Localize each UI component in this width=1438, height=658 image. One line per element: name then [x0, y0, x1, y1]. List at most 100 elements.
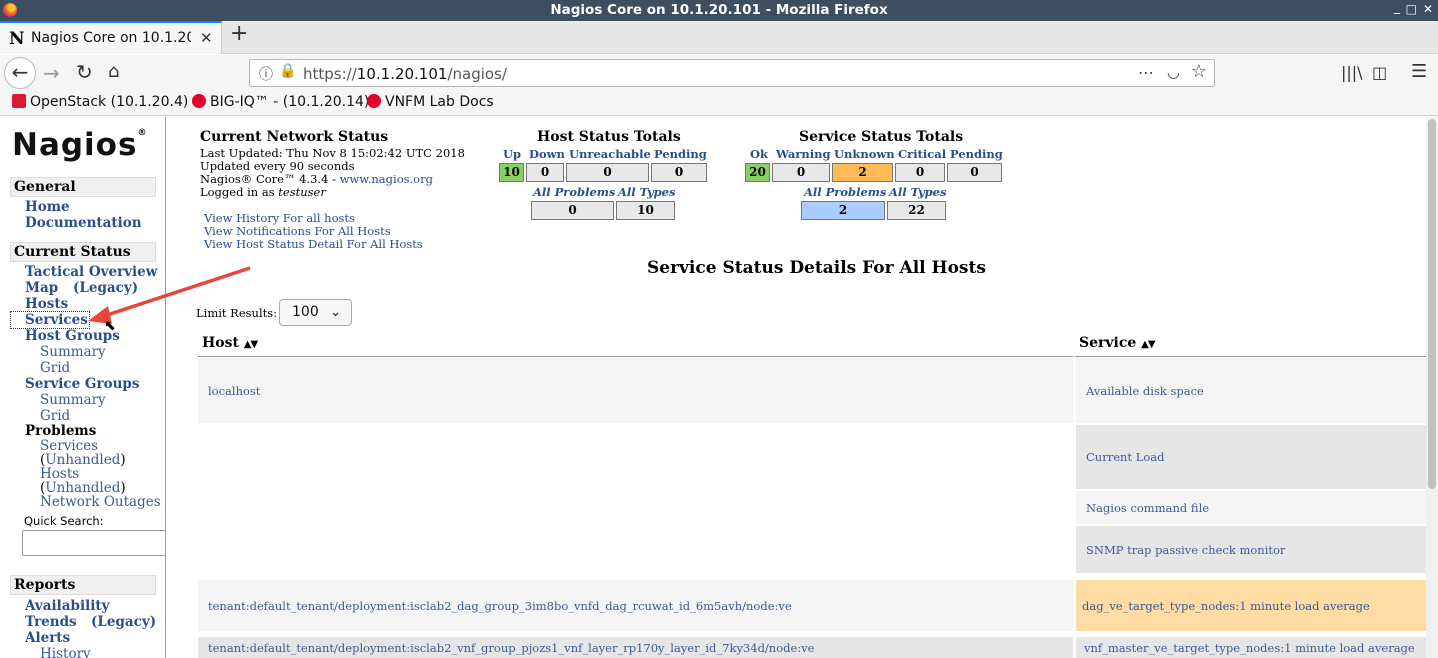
host-pending-count[interactable]: 0 — [651, 163, 707, 182]
service-status-details-title: Service Status Details For All Hosts — [647, 258, 986, 278]
nav-service-groups-grid[interactable]: Grid — [40, 408, 70, 424]
current-network-status-title: Current Network Status — [200, 129, 389, 145]
bookmark-bigiq[interactable]: BIG-IQ™ - (10.1.20.14) — [192, 94, 369, 110]
update-interval-text: Updated every 90 seconds — [200, 159, 355, 173]
nav-availability[interactable]: Availability — [25, 598, 109, 614]
nav-map[interactable]: Map — [25, 280, 58, 296]
close-window-icon[interactable]: ✕ — [1423, 2, 1433, 16]
host-all-types-count[interactable]: 10 — [616, 201, 675, 220]
svc-warning-count[interactable]: 0 — [772, 163, 830, 182]
svc-ok-header[interactable]: Ok — [750, 147, 768, 161]
nav-services[interactable]: Services — [10, 311, 90, 329]
nagios-org-link[interactable]: www.nagios.org — [340, 172, 433, 186]
page-actions-icon[interactable]: ⋯ — [1138, 63, 1154, 82]
new-tab-icon[interactable]: + — [230, 21, 248, 46]
host-status-totals-title: Host Status Totals — [537, 129, 681, 145]
table-row-service[interactable]: vnf_master_ve_target_type_nodes:1 minute… — [1076, 637, 1426, 658]
nav-alerts-history[interactable]: History — [40, 646, 91, 658]
nav-toolbar: ← → ↻ ⌂ ⓘ 🔒 https://10.1.20.101/nagios/ … — [0, 55, 1438, 91]
nav-map-legacy[interactable]: (Legacy) — [73, 280, 138, 296]
host-up-count[interactable]: 10 — [499, 163, 524, 182]
nav-trends[interactable]: Trends — [25, 614, 77, 630]
back-icon[interactable]: ← — [4, 57, 36, 89]
svc-unknown-count[interactable]: 2 — [832, 163, 893, 182]
reload-icon[interactable]: ↻ — [76, 60, 93, 84]
nav-alerts[interactable]: Alerts — [25, 630, 70, 646]
table-row-host[interactable]: tenant:default_tenant/deployment:isclab2… — [198, 637, 1073, 658]
maximize-icon[interactable]: □ — [1406, 2, 1417, 16]
tab-nagios[interactable]: N Nagios Core on 10.1.20.10 ✕ — [0, 21, 222, 54]
home-icon[interactable]: ⌂ — [108, 61, 119, 82]
view-history-link[interactable]: View History For all hosts — [204, 211, 355, 225]
window-titlebar: Nagios Core on 10.1.20.101 - Mozilla Fir… — [0, 0, 1438, 21]
insecure-lock-icon[interactable]: 🔒 — [279, 63, 296, 79]
nav-host-groups-grid[interactable]: Grid — [40, 360, 70, 376]
section-reports: Reports — [10, 575, 156, 595]
nav-host-groups-summary[interactable]: Summary — [40, 344, 106, 360]
main-scrollbar[interactable] — [1426, 117, 1438, 658]
view-host-status-link[interactable]: View Host Status Detail For All Hosts — [204, 237, 423, 251]
url-bar[interactable]: ⓘ 🔒 https://10.1.20.101/nagios/ ⋯ ◡ ☆ — [249, 59, 1215, 87]
host-unreachable-header[interactable]: Unreachable — [569, 147, 651, 161]
nav-network-outages[interactable]: Network Outages — [40, 494, 161, 510]
library-icon[interactable]: |||\ — [1341, 63, 1363, 82]
svc-all-problems-header[interactable]: All Problems — [804, 185, 886, 199]
svc-all-problems-count[interactable]: 2 — [801, 201, 885, 220]
menu-icon[interactable]: ☰ — [1411, 61, 1427, 82]
tab-close-icon[interactable]: ✕ — [200, 29, 213, 47]
bookmark-star-icon[interactable]: ☆ — [1191, 61, 1207, 82]
table-row-service[interactable]: SNMP trap passive check monitor — [1076, 526, 1426, 573]
view-notifications-link[interactable]: View Notifications For All Hosts — [204, 224, 391, 238]
quick-search-input[interactable] — [22, 530, 165, 556]
bookmark-vnfm-docs[interactable]: VNFM Lab Docs — [367, 94, 494, 110]
svc-ok-count[interactable]: 20 — [745, 163, 770, 182]
svc-warning-header[interactable]: Warning — [776, 147, 831, 161]
host-all-problems-count[interactable]: 0 — [531, 201, 614, 220]
limit-results-label: Limit Results: — [196, 306, 278, 320]
table-row-service[interactable]: Current Load — [1076, 425, 1426, 489]
nav-trends-legacy[interactable]: (Legacy) — [91, 614, 156, 630]
svc-critical-count[interactable]: 0 — [895, 163, 945, 182]
tab-strip: N Nagios Core on 10.1.20.10 ✕ + — [0, 21, 1438, 54]
nav-service-groups[interactable]: Service Groups — [25, 376, 139, 392]
host-column-header[interactable]: Host ▲▼ — [198, 329, 1073, 357]
svc-pending-count[interactable]: 0 — [947, 163, 1002, 182]
nav-problems: Problems — [25, 423, 97, 439]
limit-results-select[interactable]: 100 ⌄ — [279, 299, 352, 326]
minimize-icon[interactable]: _ — [1394, 0, 1400, 14]
info-icon[interactable]: ⓘ — [259, 64, 273, 84]
host-all-types-header[interactable]: All Types — [618, 185, 675, 199]
table-row-host[interactable]: localhost — [198, 358, 1073, 423]
version-text: Nagios® Core™ 4.3.4 - www.nagios.org — [200, 172, 433, 186]
nagios-logo[interactable]: Nagios® — [12, 127, 147, 163]
sort-arrows-icon[interactable]: ▲▼ — [1141, 339, 1155, 350]
svc-critical-header[interactable]: Critical — [898, 147, 946, 161]
service-column-header[interactable]: Service ▲▼ — [1075, 329, 1426, 357]
sort-arrows-icon[interactable]: ▲▼ — [244, 339, 258, 350]
forward-icon[interactable]: → — [43, 61, 60, 85]
table-row-host[interactable]: tenant:default_tenant/deployment:isclab2… — [198, 580, 1073, 631]
scrollbar-thumb[interactable] — [1428, 119, 1436, 489]
nav-hosts[interactable]: Hosts — [25, 296, 68, 312]
host-all-problems-header[interactable]: All Problems — [533, 185, 615, 199]
svc-unknown-header[interactable]: Unknown — [834, 147, 895, 161]
host-up-header[interactable]: Up — [503, 147, 521, 161]
bookmark-openstack[interactable]: OpenStack (10.1.20.4) — [12, 94, 188, 110]
nav-home[interactable]: Home — [25, 199, 70, 215]
svc-all-types-count[interactable]: 22 — [887, 201, 946, 220]
table-row-service[interactable]: Nagios command file — [1076, 491, 1426, 524]
nav-documentation[interactable]: Documentation — [25, 215, 142, 231]
nav-service-groups-summary[interactable]: Summary — [40, 392, 106, 408]
host-down-header[interactable]: Down — [529, 147, 565, 161]
pocket-icon[interactable]: ◡ — [1167, 63, 1180, 81]
nav-tactical-overview[interactable]: Tactical Overview — [25, 264, 157, 280]
host-unreachable-count[interactable]: 0 — [566, 163, 649, 182]
table-row-service[interactable]: dag_ve_target_type_nodes:1 minute load a… — [1076, 580, 1426, 631]
svc-all-types-header[interactable]: All Types — [889, 185, 946, 199]
url-text[interactable]: https://10.1.20.101/nagios/ — [303, 65, 507, 83]
host-pending-header[interactable]: Pending — [654, 147, 707, 161]
table-row-service[interactable]: Available disk space — [1076, 358, 1426, 423]
host-down-count[interactable]: 0 — [526, 163, 564, 182]
svc-pending-header[interactable]: Pending — [950, 147, 1003, 161]
sidebar-icon[interactable]: ◫ — [1372, 63, 1387, 82]
